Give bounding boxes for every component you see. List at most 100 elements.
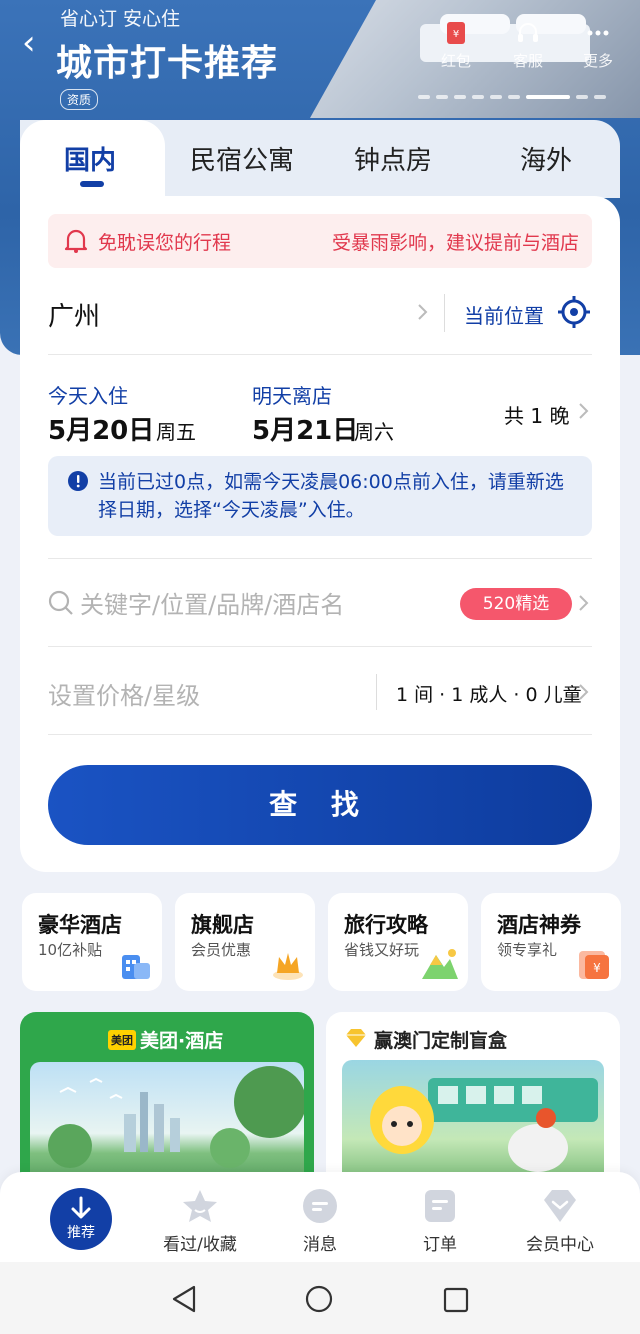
find-button[interactable]: 查 找 [48, 765, 592, 845]
promo-brand-label: 美团·酒店 [140, 1030, 224, 1052]
feature-subtitle: 会员优惠 [191, 941, 252, 959]
carousel-dot [594, 95, 606, 99]
message-icon [303, 1189, 337, 1223]
feature-luxury-hotel[interactable]: 豪华酒店 10亿补贴 [22, 893, 162, 991]
feature-title: 旅行攻略 [344, 913, 428, 937]
bell-icon [64, 229, 88, 253]
feature-hotel-coupon[interactable]: 酒店神券 领专享礼 ¥ [481, 893, 621, 991]
red-packet-icon: ¥ [447, 22, 465, 44]
coupon-icon: ¥ [579, 951, 609, 979]
carousel-dot [472, 95, 484, 99]
feature-subtitle: 省钱又好玩 [344, 941, 420, 959]
chevron-right-icon [579, 403, 589, 419]
keyword-search-input[interactable] [80, 588, 450, 622]
diamond-icon [346, 1029, 366, 1047]
feature-title: 旗舰店 [191, 913, 254, 937]
more-dots-icon [587, 30, 609, 36]
divider [48, 734, 592, 735]
banner-title: 城市打卡推荐 [56, 43, 279, 84]
nav-orders[interactable]: 订单 [390, 1186, 490, 1255]
banner-slogan: 省心订 安心住 [60, 8, 181, 30]
tab-active-indicator [80, 181, 104, 187]
back-icon[interactable]: ‹ [22, 26, 36, 60]
city-selector[interactable]: 广州 [48, 296, 100, 333]
alert-message: 受暴雨影响，建议提前与酒店 [332, 232, 580, 254]
tab-homestay[interactable]: 民宿公寓 [190, 140, 294, 177]
feature-title: 酒店神券 [497, 913, 581, 937]
divider [444, 294, 445, 332]
system-recents-icon[interactable] [442, 1286, 470, 1314]
nights-count: 共 1 晚 [504, 404, 570, 428]
price-star-filter[interactable]: 设置价格/星级 [48, 676, 200, 711]
divider [48, 354, 592, 355]
nav-label: 推荐 [67, 1225, 95, 1241]
qualification-badge[interactable]: 资质 [60, 89, 99, 110]
divider [376, 674, 377, 710]
tab-overseas[interactable]: 海外 [520, 140, 572, 177]
feature-subtitle: 10亿补贴 [38, 941, 103, 959]
notice-text: 当前已过0点，如需今天凌晨06:00点前入住，请重新选择日期，选择“今天凌晨”入… [98, 471, 564, 521]
checkin-weekday: 周五 [156, 420, 196, 444]
checkout-weekday: 周六 [354, 420, 394, 444]
red-packet-button[interactable]: ¥ 红包 [428, 20, 484, 71]
meituan-logo: 美团 [108, 1029, 136, 1050]
nav-label: 订单 [423, 1235, 457, 1255]
promo-brand: 美团 美团·酒店 [108, 1026, 223, 1053]
room-guest-selector[interactable]: 1 间 · 1 成人 · 0 儿童 [396, 680, 582, 707]
customer-service-button[interactable]: 客服 [500, 20, 556, 71]
carousel-dot-active [526, 95, 570, 99]
info-icon [68, 471, 88, 491]
weather-alert[interactable]: 免耽误您的行程 受暴雨影响，建议提前与酒店 [48, 214, 592, 268]
building-icon [122, 955, 150, 979]
alert-title: 免耽误您的行程 [98, 232, 232, 254]
nav-messages[interactable]: 消息 [270, 1186, 370, 1255]
more-button[interactable]: 更多 [570, 20, 626, 71]
svg-text:¥: ¥ [593, 961, 601, 975]
chevron-right-icon [579, 684, 589, 700]
more-label: 更多 [582, 52, 613, 70]
featured-520-tag[interactable]: 520精选 [460, 588, 572, 620]
nav-label: 消息 [303, 1235, 337, 1255]
feature-travel-guide[interactable]: 旅行攻略 省钱又好玩 [328, 893, 468, 991]
carousel-dot [508, 95, 520, 99]
arrow-down-icon [71, 1196, 91, 1219]
carousel-dot [436, 95, 448, 99]
nav-history-favorites[interactable]: 看过/收藏 [150, 1186, 250, 1255]
late-night-notice: 当前已过0点，如需今天凌晨06:00点前入住，请重新选择日期，选择“今天凌晨”入… [48, 456, 592, 536]
system-back-icon[interactable] [170, 1284, 198, 1314]
carousel-dot [490, 95, 502, 99]
red-packet-label: 红包 [440, 52, 471, 70]
nav-member-center[interactable]: 会员中心 [510, 1186, 610, 1255]
macau-blind-box-promo[interactable]: 赢澳门定制盲盒 [326, 1012, 620, 1192]
divider [48, 646, 592, 647]
feature-flagship-store[interactable]: 旗舰店 会员优惠 [175, 893, 315, 991]
tab-hourly[interactable]: 钟点房 [354, 140, 432, 177]
order-icon [425, 1190, 455, 1222]
crown-icon [273, 953, 303, 980]
locate-icon[interactable] [556, 294, 592, 330]
carousel-indicator [418, 95, 606, 99]
checkout-date[interactable]: 5月21日 [252, 410, 358, 447]
chevron-right-icon [579, 595, 589, 611]
system-home-icon[interactable] [304, 1284, 334, 1314]
meituan-hotel-promo[interactable]: 美团 美团·酒店 [20, 1012, 314, 1192]
checkin-label: 今天入住 [48, 384, 128, 408]
checkin-date[interactable]: 5月20日 [48, 410, 154, 447]
tab-domestic[interactable]: 国内 [64, 140, 116, 177]
nav-recommend[interactable]: 推荐 [50, 1188, 112, 1250]
search-icon [48, 590, 73, 615]
star-icon [183, 1190, 217, 1222]
headset-icon [518, 23, 538, 42]
divider [48, 558, 592, 559]
promo-title: 赢澳门定制盲盒 [374, 1030, 508, 1052]
checkout-label: 明天离店 [252, 384, 332, 408]
diamond-member-icon [544, 1190, 576, 1222]
feature-title: 豪华酒店 [38, 913, 122, 937]
carousel-dot [576, 95, 588, 99]
system-navigation-bar [0, 1262, 640, 1334]
nav-label: 会员中心 [526, 1235, 594, 1255]
current-location-button[interactable]: 当前位置 [464, 300, 544, 329]
svg-text:¥: ¥ [453, 29, 459, 40]
carousel-dot [454, 95, 466, 99]
chevron-right-icon [418, 304, 428, 320]
